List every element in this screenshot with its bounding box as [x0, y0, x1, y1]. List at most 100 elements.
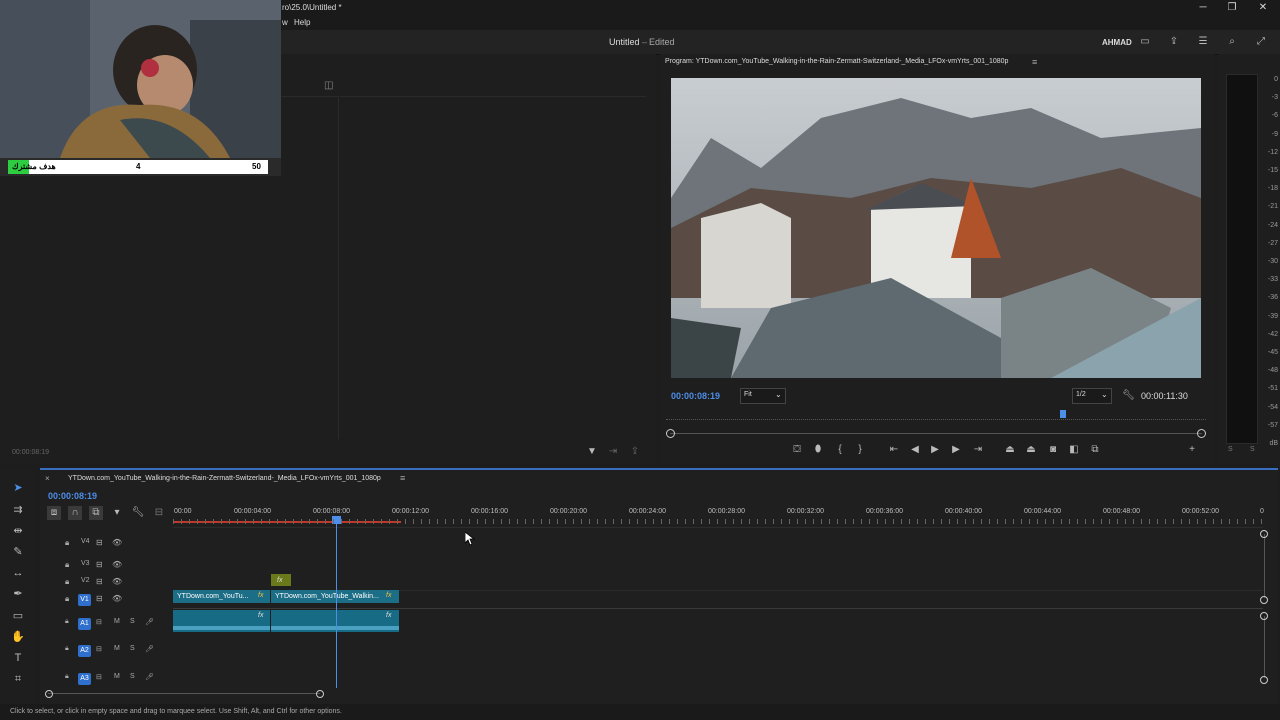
razor-icon[interactable]: ✎ [10, 544, 26, 560]
add-marker-icon[interactable]: ⬮ [811, 443, 825, 457]
sync-lock-icon[interactable]: ⊟ [96, 618, 102, 626]
lock-icon[interactable]: 🔒︎ [65, 673, 69, 681]
solo-button[interactable]: S [130, 673, 135, 680]
ripple-edit-icon[interactable]: ⇹ [10, 523, 26, 539]
scroll-handle[interactable] [1260, 530, 1268, 538]
fullscreen-icon[interactable]: ⤢ [1254, 35, 1268, 49]
linked-selection-icon[interactable]: ⧉ [89, 506, 103, 520]
go-to-in-icon[interactable]: ⇤ [887, 443, 901, 457]
add-marker-icon[interactable]: ▾ [110, 506, 124, 520]
eye-icon[interactable]: 👁︎ [112, 577, 122, 586]
sequence-tab[interactable]: YTDown.com_YouTube_Walking-in-the-Rain-Z… [68, 475, 381, 482]
track-label-a1[interactable]: A1 [78, 618, 91, 630]
search-icon[interactable]: ⌕ [1225, 35, 1239, 49]
add-button-icon[interactable]: + [1185, 443, 1199, 457]
export-icon[interactable]: ⇪ [628, 445, 642, 459]
zoom-handle-right[interactable] [1197, 429, 1206, 438]
type-icon[interactable]: T [10, 650, 26, 666]
scroll-handle[interactable] [1260, 676, 1268, 684]
lock-icon[interactable]: 🔒︎ [65, 594, 69, 604]
panel-menu-icon[interactable]: ≡ [400, 473, 405, 483]
extract-icon[interactable]: ⏏ [1024, 443, 1038, 457]
track-label-a2[interactable]: A2 [78, 645, 91, 657]
workspace-icon[interactable]: ▭ [1138, 35, 1152, 49]
eye-icon[interactable]: 👁︎ [112, 594, 122, 603]
wrench-icon[interactable]: 🔧︎ [1122, 390, 1135, 401]
timeline-timecode[interactable]: 00:00:08:19 [48, 491, 97, 501]
mute-button[interactable]: M [114, 618, 120, 625]
solo-button[interactable]: S [130, 645, 135, 652]
snap-icon[interactable]: ∩ [68, 506, 82, 520]
fx-badge[interactable]: fx [258, 612, 263, 619]
sync-lock-icon[interactable]: ⊟ [96, 560, 103, 569]
slip-icon[interactable]: ↔ [10, 565, 26, 581]
zoom-handle-left[interactable] [45, 690, 53, 698]
zoom-handle-left[interactable] [666, 429, 675, 438]
fit-dropdown[interactable]: Fit ⌄ [740, 388, 786, 404]
insert-icon[interactable]: ⇥ [606, 445, 620, 459]
sync-lock-icon[interactable]: ⊟ [96, 673, 102, 681]
share-icon[interactable]: ⇪ [1167, 35, 1181, 49]
close-button[interactable]: ✕ [1254, 2, 1272, 14]
panel-menu-icon[interactable]: ≡ [1032, 57, 1037, 67]
mic-icon[interactable]: 🎤︎ [145, 673, 154, 681]
sync-lock-icon[interactable]: ⊟ [96, 594, 103, 603]
sync-lock-icon[interactable]: ⊟ [96, 577, 103, 586]
audio-clip-2[interactable] [271, 610, 399, 632]
video-clip-2[interactable]: YTDown.com_YouTube_Walkin... [271, 590, 399, 603]
compare-icon[interactable]: ◧ [1067, 443, 1081, 457]
lock-icon[interactable]: 🔒︎ [65, 645, 69, 653]
fx-badge[interactable]: fx [386, 612, 391, 619]
go-to-out-icon[interactable]: ⇥ [971, 443, 985, 457]
fx-badge[interactable]: fx [386, 592, 391, 599]
hand-icon[interactable]: ✋ [10, 629, 26, 645]
solo-button[interactable]: S [130, 618, 135, 625]
restore-button[interactable]: ❐ [1223, 2, 1241, 14]
track-label-a3[interactable]: A3 [78, 673, 91, 685]
track-label-v4[interactable]: V4 [81, 538, 90, 545]
fx-badge[interactable]: fx [258, 592, 263, 599]
camera-icon[interactable]: ◙ [1046, 443, 1060, 457]
multicam-icon[interactable]: ⧉ [1088, 443, 1102, 457]
panels-icon[interactable]: ☰ [1196, 35, 1210, 49]
minimize-button[interactable]: ─ [1194, 2, 1212, 14]
program-timecode[interactable]: 00:00:08:19 [671, 391, 720, 401]
adjustment-clip[interactable]: fx [271, 574, 291, 586]
selection-tool-icon[interactable]: ➤ [10, 480, 26, 496]
audio-clip-1[interactable] [173, 610, 270, 632]
step-back-icon[interactable]: ◀ [908, 443, 922, 457]
eye-icon[interactable]: 👁︎ [112, 560, 122, 569]
zoom-handle-right[interactable] [316, 690, 324, 698]
timeline-playhead[interactable] [336, 516, 337, 688]
lock-icon[interactable]: 🔒︎ [65, 577, 69, 587]
sync-lock-icon[interactable]: ⊟ [96, 538, 103, 547]
lift-icon[interactable]: ⏏ [1003, 443, 1017, 457]
captions-icon[interactable]: ⊟ [152, 506, 166, 520]
video-scrollbar[interactable] [1264, 534, 1265, 598]
zoom-bar[interactable] [670, 433, 1202, 434]
mute-button[interactable]: M [114, 645, 120, 652]
timeline-settings-icon[interactable]: 🔧︎ [131, 506, 145, 520]
nest-icon[interactable]: ⧈ [47, 506, 61, 520]
solo-left-button[interactable]: S [1228, 446, 1233, 453]
mic-icon[interactable]: 🎤︎ [145, 645, 154, 653]
track-select-icon[interactable]: ⇉ [10, 502, 26, 518]
lock-icon[interactable]: 🔒︎ [65, 560, 69, 570]
step-forward-icon[interactable]: ▶ [949, 443, 963, 457]
scroll-handle[interactable] [1260, 596, 1268, 604]
resolution-dropdown[interactable]: 1/2 ⌄ [1072, 388, 1112, 404]
rectangle-icon[interactable]: ▭ [10, 608, 26, 624]
track-label-v2[interactable]: V2 [81, 577, 90, 584]
time-ruler[interactable] [666, 411, 1206, 420]
pen-icon[interactable]: ✒ [10, 586, 26, 602]
panel-toggle-icon[interactable]: ◫ [324, 80, 333, 91]
mic-icon[interactable]: 🎤︎ [145, 618, 154, 626]
horizontal-zoom-bar[interactable] [48, 693, 320, 694]
play-icon[interactable]: ▶ [928, 443, 942, 457]
mark-in-icon[interactable]: { [833, 443, 847, 457]
track-label-v3[interactable]: V3 [81, 560, 90, 567]
menu-item-window[interactable]: w [282, 18, 288, 27]
close-tab-icon[interactable]: × [45, 474, 50, 483]
video-frame[interactable] [671, 78, 1201, 378]
user-name[interactable]: AHMAD [1102, 38, 1132, 47]
